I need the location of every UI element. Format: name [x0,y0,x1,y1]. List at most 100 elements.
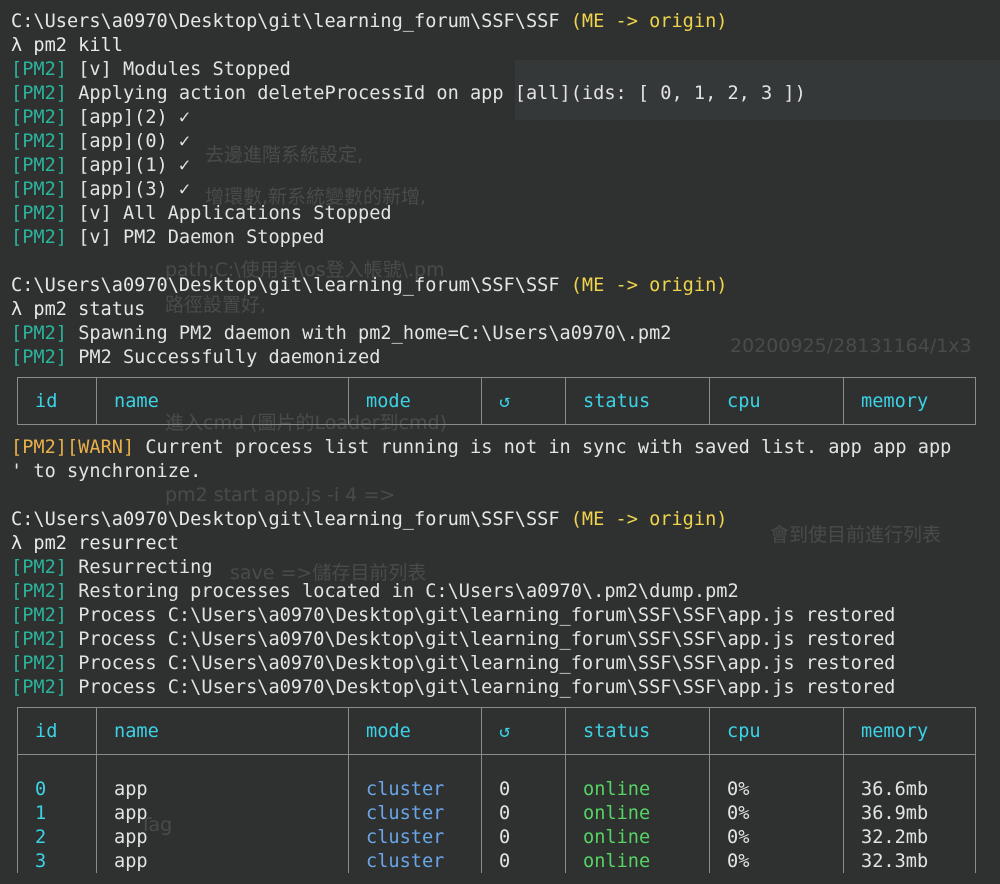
cell-mode: cluster [348,849,482,873]
output-line: [PM2] [app](1) ✓ [11,154,1000,178]
output-line: [PM2] [v] PM2 Daemon Stopped [11,226,1000,250]
output-text: [app](0) ✓ [78,131,191,152]
output-text: [app](2) ✓ [78,107,191,128]
table-spacer [17,754,976,777]
pm2-tag: [PM2] [11,437,67,458]
cell-cpu: 0% [709,849,844,873]
cell-memory: 32.2mb [843,825,976,849]
pm2-tag: [PM2] [11,59,67,80]
git-branch: (ME -> origin) [570,11,728,32]
output-line: [PM2] Resurrecting [11,556,1000,580]
table-row: 3 app cluster 0 online 0% 32.3mb [17,849,976,873]
cell-name: app [96,777,349,801]
column-header-status: status [565,377,710,425]
cell-mode: cluster [348,777,482,801]
pm2-tag: [PM2] [11,323,67,344]
output-line: [PM2] Process C:\Users\a0970\Desktop\git… [11,676,1000,700]
cell-cpu: 0% [709,801,844,825]
output-line: [PM2] Process C:\Users\a0970\Desktop\git… [11,652,1000,676]
process-table: id name mode ↺ status cpu memory 0 app c… [17,707,976,873]
cell-restarts: 0 [481,825,566,849]
column-header-status: status [565,707,710,755]
prompt-line: C:\Users\a0970\Desktop\git\learning_foru… [11,10,1000,34]
cell-restarts: 0 [481,801,566,825]
cell-id: 3 [17,849,97,873]
output-line: [PM2] Process C:\Users\a0970\Desktop\git… [11,628,1000,652]
pm2-tag: [PM2] [11,203,67,224]
cell-memory: 36.6mb [843,777,976,801]
cell-id: 0 [17,777,97,801]
column-header-id: id [17,377,97,425]
column-header-id: id [17,707,97,755]
cell-cpu: 0% [709,777,844,801]
column-header-mode: mode [348,707,482,755]
command-line: λ pm2 kill [11,35,123,56]
warn-tag: [WARN] [66,437,135,458]
pm2-tag: [PM2] [11,557,67,578]
cell-id: 2 [17,825,97,849]
cell-id: 1 [17,801,97,825]
cell-name: app [96,801,349,825]
table-row: 2 app cluster 0 online 0% 32.2mb [17,825,976,849]
output-text: Applying action deleteProcessId on app [… [78,83,806,104]
output-line: [PM2] PM2 Successfully daemonized [11,346,1000,370]
pm2-tag: [PM2] [11,155,67,176]
command-line: λ pm2 resurrect [11,533,179,554]
cell-status: online [565,801,710,825]
process-table-empty: id name mode ↺ status cpu memory [17,377,976,425]
column-header-restarts: ↺ [481,707,566,755]
output-line: [PM2] [v] Modules Stopped [11,58,1000,82]
output-line: [PM2] [app](0) ✓ [11,130,1000,154]
pm2-tag: [PM2] [11,179,67,200]
warning-text: Current process list running is not in s… [145,437,952,458]
pm2-tag: [PM2] [11,347,67,368]
terminal-output[interactable]: C:\Users\a0970\Desktop\git\learning_foru… [11,10,1000,884]
output-text: Process C:\Users\a0970\Desktop\git\learn… [78,653,896,674]
prompt-path: C:\Users\a0970\Desktop\git\learning_foru… [11,11,560,32]
output-line: [PM2] Restoring processes located in C:\… [11,580,1000,604]
column-header-name: name [96,377,349,425]
cell-restarts: 0 [481,849,566,873]
cell-name: app [96,849,349,873]
git-branch: (ME -> origin) [570,509,728,530]
prompt-line: C:\Users\a0970\Desktop\git\learning_foru… [11,274,1000,298]
column-header-memory: memory [843,707,976,755]
column-header-mode: mode [348,377,482,425]
output-text: [v] PM2 Daemon Stopped [78,227,325,248]
prompt-path: C:\Users\a0970\Desktop\git\learning_foru… [11,275,560,296]
output-text: Spawning PM2 daemon with pm2_home=C:\Use… [78,323,672,344]
column-header-cpu: cpu [709,707,844,755]
pm2-tag: [PM2] [11,227,67,248]
table-row: 0 app cluster 0 online 0% 36.6mb [17,777,976,801]
column-header-cpu: cpu [709,377,844,425]
output-text: Process C:\Users\a0970\Desktop\git\learn… [78,677,896,698]
pm2-tag: [PM2] [11,581,67,602]
output-line: [PM2] Spawning PM2 daemon with pm2_home=… [11,322,1000,346]
column-header-name: name [96,707,349,755]
cell-cpu: 0% [709,825,844,849]
pm2-tag: [PM2] [11,107,67,128]
cell-restarts: 0 [481,777,566,801]
output-line: [PM2] [app](2) ✓ [11,106,1000,130]
cell-status: online [565,825,710,849]
output-line: [PM2] [app](3) ✓ [11,178,1000,202]
command-line: λ pm2 status [11,299,146,320]
warning-line-continued: ' to synchronize. [11,461,202,482]
output-text: Restoring processes located in C:\Users\… [78,581,739,602]
pm2-tag: [PM2] [11,629,67,650]
output-text: Process C:\Users\a0970\Desktop\git\learn… [78,605,896,626]
output-text: [app](3) ✓ [78,179,191,200]
pm2-tag: [PM2] [11,83,67,104]
output-text: Resurrecting [78,557,213,578]
output-text: [v] Modules Stopped [78,59,291,80]
cell-mode: cluster [348,825,482,849]
table-row: 1 app cluster 0 online 0% 36.9mb [17,801,976,825]
column-header-restarts: ↺ [481,377,566,425]
column-header-memory: memory [843,377,976,425]
cell-status: online [565,777,710,801]
output-text: [v] All Applications Stopped [78,203,392,224]
output-line: [PM2] [v] All Applications Stopped [11,202,1000,226]
git-branch: (ME -> origin) [570,275,728,296]
